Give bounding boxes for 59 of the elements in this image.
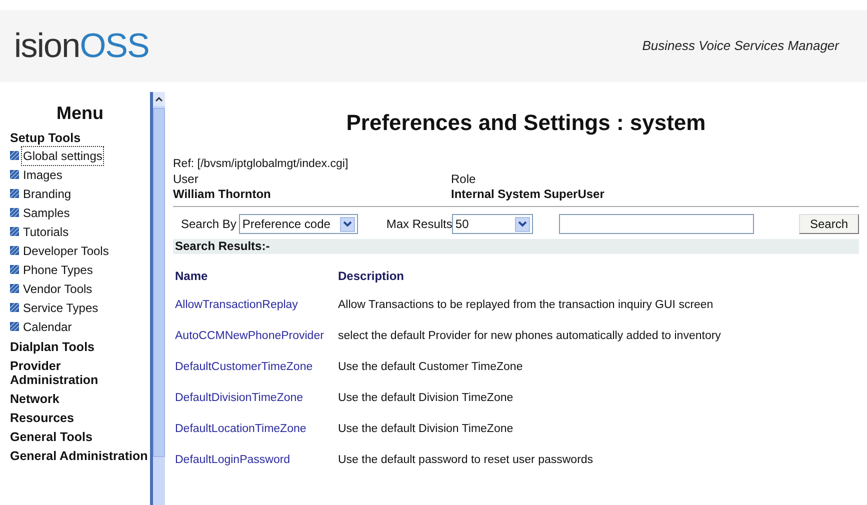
ref-path: Ref: [/bvsm/iptglobalmgt/index.cgi] (173, 157, 350, 172)
bullet-icon (10, 303, 19, 312)
description-cell-text: Use the default password to reset user passwords (338, 453, 594, 468)
results-header: Search Results:- (173, 239, 859, 254)
preference-link[interactable]: DefaultCustomerTimeZone (175, 359, 338, 390)
logo: isionOSS (13, 29, 149, 63)
bullet-icon (10, 151, 19, 160)
bullet-icon (10, 189, 19, 198)
role-value: Internal System SuperUser (451, 187, 606, 202)
user-label: User (173, 172, 200, 187)
preference-link[interactable]: AllowTransactionReplay (175, 297, 338, 328)
preference-link[interactable]: DefaultLoginPassword (175, 452, 338, 483)
menu-title: Menu (56, 102, 104, 125)
bullet-icon (10, 284, 19, 293)
search-field[interactable] (559, 214, 754, 234)
bullet-icon (10, 246, 19, 255)
description-cell-text: Use the default Division TimeZone (338, 391, 514, 406)
search-button[interactable]: Search (798, 214, 859, 234)
description-cell-text: Use the default Division TimeZone (338, 422, 514, 437)
app-title: Business Voice Services Manager (642, 37, 839, 56)
menu-section[interactable]: Provider Administration (10, 358, 150, 388)
description-cell-text: select the default Provider for new phones automatically added to inventory (338, 329, 722, 344)
menu-item[interactable]: Phone Types (22, 260, 94, 278)
menu-section[interactable]: Resources (10, 410, 150, 426)
preference-link[interactable]: DefaultDivisionTimeZone (175, 390, 338, 421)
max-results-label: Max Results (386, 216, 452, 233)
menu-section[interactable]: General Tools (10, 429, 150, 445)
menu-item[interactable]: Calendar (22, 318, 73, 336)
bullet-icon (10, 322, 19, 331)
max-results-dropdown[interactable]: 50 (452, 214, 534, 234)
menu-item[interactable]: Developer Tools (22, 242, 110, 260)
search-by-dropdown[interactable]: Preference code (239, 214, 358, 234)
preference-link[interactable]: AutoCCMNewPhoneProvider (175, 328, 338, 359)
bullet-icon (10, 265, 19, 274)
menu-item[interactable]: Images (22, 166, 64, 184)
menu-section[interactable]: General Administration (10, 448, 150, 464)
preference-link[interactable]: DefaultLocationTimeZone (175, 421, 338, 452)
bullet-icon (10, 208, 19, 217)
menu-item[interactable]: Global settings (22, 146, 104, 164)
user-name: William Thornton (173, 187, 272, 202)
description-cell-text: Use the default Customer TimeZone (338, 360, 524, 375)
bullet-icon (10, 170, 19, 179)
search-by-label: Search By (181, 216, 236, 233)
page-title: Preferences and Settings : system (345, 109, 707, 137)
menu-section[interactable]: Dialplan Tools (10, 339, 150, 355)
column-header: Description (338, 268, 406, 285)
menu-section[interactable]: Setup Tools (10, 130, 150, 146)
scroll-up-icon[interactable] (155, 96, 163, 102)
menu-item[interactable]: Service Types (22, 298, 100, 316)
bullet-icon (10, 227, 19, 236)
menu-section[interactable]: Network (10, 391, 150, 407)
menu-item[interactable]: Branding (22, 184, 72, 202)
menu-item[interactable]: Tutorials (22, 222, 70, 240)
scrollbar[interactable] (150, 92, 165, 505)
menu-item[interactable]: Samples (22, 204, 71, 222)
menu-item[interactable]: Vendor Tools (22, 280, 94, 298)
description-cell-text: Allow Transactions to be replayed from the transaction inquiry GUI screen (338, 298, 714, 313)
column-header: Name (175, 268, 209, 285)
role-label: Role (451, 172, 477, 187)
